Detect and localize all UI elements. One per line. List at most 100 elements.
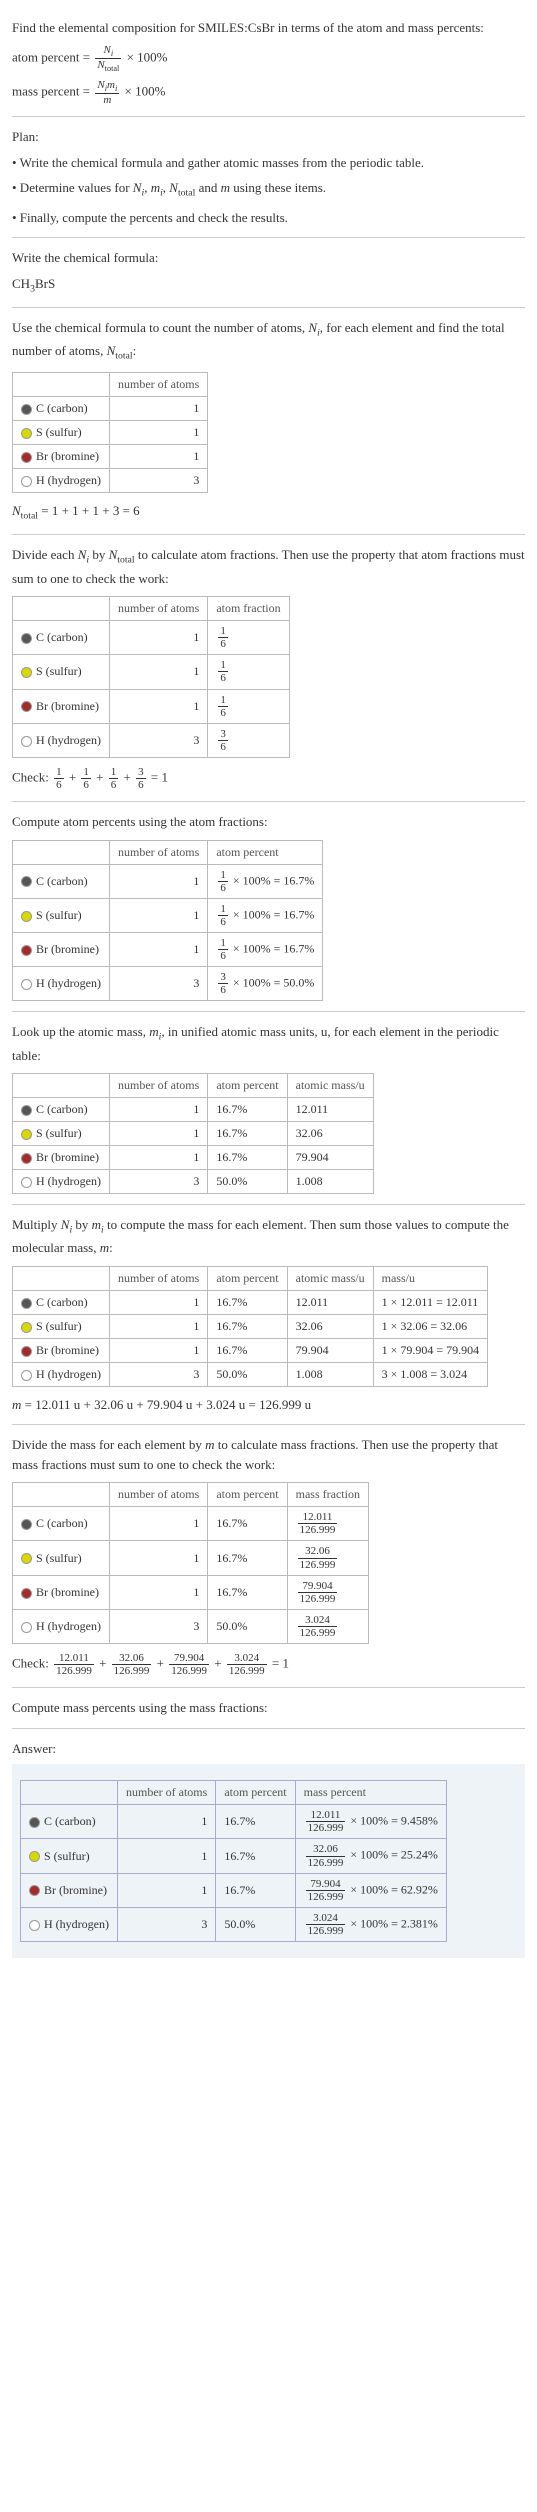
divider [12,237,525,238]
hydrogen-dot-icon [21,979,32,990]
cell-mfrac: 12.011126.999 [287,1507,368,1541]
mass-percent-frac: Nimi m [95,79,119,106]
cell-element: H (hydrogen) [13,1170,110,1194]
table-row: C (carbon)1 [13,397,208,421]
cell-pct: 50.0% [208,1362,287,1386]
cell-pct: 16 × 100% = 16.7% [208,932,323,966]
th-natoms: number of atoms [109,597,207,621]
th-blank [13,1483,110,1507]
check-label: Check: [12,1656,52,1671]
cell-n: 3 [109,469,207,493]
cell-element: Br (bromine) [13,1575,110,1609]
element-name: S (sulfur) [36,425,82,439]
table-row: H (hydrogen)350.0%1.0083 × 1.008 = 3.024 [13,1362,488,1386]
plan-2b: using these items. [230,180,326,195]
cell-pct: 16.7% [208,1098,287,1122]
cell-element: C (carbon) [13,1098,110,1122]
cell-n: 1 [109,932,207,966]
sulfur-dot-icon [21,1129,32,1140]
divider [12,1204,525,1205]
th-massfrac: mass fraction [287,1483,368,1507]
atom-count-table: number of atoms C (carbon)1 S (sulfur)1 … [12,372,208,493]
table-header-row: number of atoms atom percent mass percen… [21,1781,447,1805]
m-val: = 12.011 u + 32.06 u + 79.904 u + 3.024 … [21,1397,311,1412]
cell-n: 1 [109,1507,207,1541]
cell-element: S (sulfur) [13,655,110,689]
table-row: S (sulfur)116.7%32.06126.999 [13,1541,369,1575]
cell-mass: 1 × 12.011 = 12.011 [373,1290,488,1314]
table-header-row: number of atoms atom percent atomic mass… [13,1074,374,1098]
bromine-dot-icon [21,701,32,712]
th-blank [13,597,110,621]
multiply-m: m [100,1240,109,1255]
th-blank [13,373,110,397]
plus: + [153,1656,167,1671]
cell-n: 1 [109,1098,207,1122]
cell-n: 1 [117,1805,215,1839]
cell-element: Br (bromine) [13,1146,110,1170]
cell-pct: 16 × 100% = 16.7% [208,864,323,898]
check-atom-frac: Check: 16 + 16 + 16 + 36 = 1 [12,766,525,791]
cell-element: C (carbon) [13,864,110,898]
check-label: Check: [12,769,52,784]
sulfur-dot-icon [21,1553,32,1564]
divide-ntotal: Ntotal [109,547,135,562]
divider [12,1011,525,1012]
bromine-dot-icon [21,1346,32,1357]
cell-pct: 50.0% [216,1907,295,1941]
plan-2-ni: Ni [133,180,144,195]
cell-frac: 36 [208,723,289,757]
divider [12,1687,525,1688]
cell-mpct: 12.011126.999 × 100% = 9.458% [295,1805,446,1839]
ntotal-val: = 1 + 1 + 1 + 3 = 6 [38,503,140,518]
answer-table: number of atoms atom percent mass percen… [20,1780,447,1942]
count-intro-ntotal: Ntotal [107,343,133,358]
element-name: C (carbon) [44,1814,96,1828]
element-name: C (carbon) [36,1516,88,1530]
carbon-dot-icon [29,1817,40,1828]
sulfur-dot-icon [21,428,32,439]
cell-amass: 12.011 [287,1290,373,1314]
multiply-intro: Multiply Ni by mi to compute the mass fo… [12,1215,525,1258]
element-name: H (hydrogen) [36,733,101,747]
table-header-row: number of atoms [13,373,208,397]
cell-pct: 36 × 100% = 50.0% [208,967,323,1001]
element-name: S (sulfur) [36,664,82,678]
divider [12,116,525,117]
th-amass: atomic mass/u [287,1074,373,1098]
mass-percent-def: mass percent = Nimi m × 100% [12,79,525,106]
th-natoms: number of atoms [109,840,207,864]
plus: + [96,1656,110,1671]
answer-box: number of atoms atom percent mass percen… [12,1764,525,1958]
count-intro-c: : [133,343,137,358]
th-amass: atomic mass/u [287,1266,373,1290]
count-intro-a: Use the chemical formula to count the nu… [12,320,308,335]
element-name: C (carbon) [36,1102,88,1116]
cell-element: S (sulfur) [13,421,110,445]
cell-element: S (sulfur) [13,1541,110,1575]
table-row: H (hydrogen)3 [13,469,208,493]
plan-2-m: m [221,180,230,195]
lookup-mi: mi [149,1024,161,1039]
cell-pct: 16.7% [208,1338,287,1362]
mass-table: number of atoms atom percent atomic mass… [12,1266,488,1387]
plan-2a: • Determine values for [12,180,133,195]
table-row: C (carbon)116 × 100% = 16.7% [13,864,323,898]
cell-n: 3 [117,1907,215,1941]
cell-frac: 16 [208,689,289,723]
table-row: S (sulfur)1 [13,421,208,445]
carbon-dot-icon [21,1298,32,1309]
cell-mpct: 3.024126.999 × 100% = 2.381% [295,1907,446,1941]
cell-element: C (carbon) [13,1290,110,1314]
table-header-row: number of atoms atom percent atomic mass… [13,1266,488,1290]
cell-pct: 16 × 100% = 16.7% [208,898,323,932]
table-row: Br (bromine)1 [13,445,208,469]
cell-n: 3 [109,1362,207,1386]
cell-n: 1 [109,445,207,469]
plan-2: • Determine values for Ni, mi, Ntotal an… [12,178,525,201]
divide-mass-m: m [205,1437,214,1452]
th-natoms: number of atoms [109,373,207,397]
cell-mass: 1 × 79.904 = 79.904 [373,1338,488,1362]
cell-mfrac: 32.06126.999 [287,1541,368,1575]
th-blank [13,1266,110,1290]
